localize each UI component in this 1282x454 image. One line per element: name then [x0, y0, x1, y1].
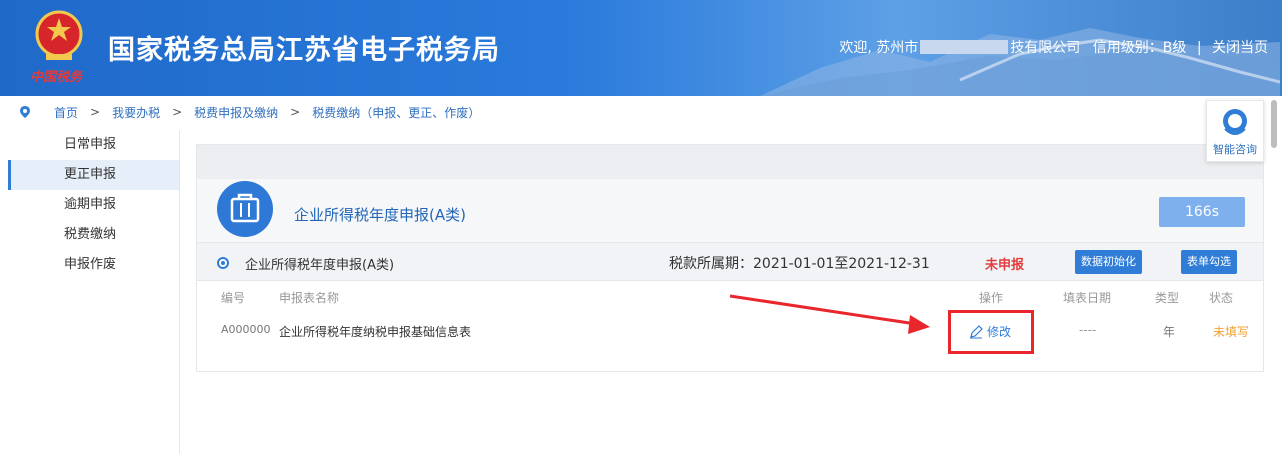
- header-no: 编号: [221, 291, 246, 305]
- form-title: 企业所得税年度申报(A类): [294, 206, 466, 224]
- national-emblem-icon: [35, 10, 83, 60]
- sidebar-item-regular-declaration[interactable]: 日常申报: [8, 130, 179, 160]
- breadcrumb-declaration[interactable]: 税费申报及缴纳: [194, 104, 278, 121]
- redacted-company-name: [920, 40, 1009, 54]
- breadcrumb: 首页 > 我要办税 > 税费申报及缴纳 > 税费缴纳（申报、更正、作废）: [0, 98, 1282, 126]
- declaration-status: 未申报: [985, 258, 1025, 273]
- smart-consult-widget[interactable]: 智能咨询: [1206, 100, 1264, 162]
- great-wall-banner-image: [760, 28, 1280, 96]
- sidebar-item-correction-declaration[interactable]: 更正申报: [8, 160, 179, 190]
- separator: |: [1196, 40, 1202, 56]
- declaration-name: 企业所得税年度申报(A类): [245, 258, 395, 273]
- sidebar-item-void-declaration[interactable]: 申报作废: [8, 250, 179, 280]
- annotation-highlight-box: [948, 310, 1034, 354]
- header-date: 填表日期: [1063, 291, 1112, 305]
- breadcrumb-arrow: >: [90, 105, 101, 119]
- location-pin-icon: [20, 106, 30, 118]
- breadcrumb-arrow: >: [290, 105, 301, 119]
- form-header: 企业所得税年度申报(A类) 166s: [197, 179, 1263, 243]
- form-select-button[interactable]: 表单勾选: [1181, 250, 1237, 274]
- welcome-text-suffix: 技有限公司: [1010, 40, 1081, 56]
- row-type: 年: [1163, 325, 1176, 339]
- tax-period: 税款所属期：2021-01-01至2021-12-31: [669, 256, 930, 272]
- panel-top-band: [197, 145, 1263, 179]
- welcome-text-prefix: 欢迎, 苏州市: [839, 40, 919, 56]
- breadcrumb-tax-services[interactable]: 我要办税: [112, 104, 160, 121]
- header-status: 状态: [1209, 291, 1234, 305]
- countdown-timer: 166s: [1159, 197, 1245, 227]
- tax-logo-text: 中国税务: [30, 70, 83, 85]
- header-type: 类型: [1155, 291, 1180, 305]
- sidebar-item-overdue-declaration[interactable]: 逾期申报: [8, 190, 179, 220]
- row-fill-date: ----: [1079, 323, 1097, 337]
- user-info-bar: 欢迎, 苏州市 技有限公司 信用级别：B级 | 关闭当页: [839, 37, 1268, 57]
- declaration-row: 企业所得税年度申报(A类) 税款所属期：2021-01-01至2021-12-3…: [197, 243, 1263, 281]
- breadcrumb-arrow: >: [172, 105, 183, 119]
- header-op: 操作: [979, 291, 1004, 305]
- briefcase-icon: [217, 181, 273, 237]
- breadcrumb-home[interactable]: 首页: [54, 104, 78, 121]
- credit-level: 信用级别：B级: [1092, 40, 1187, 56]
- row-no: A000000: [221, 323, 271, 336]
- sidebar: 日常申报 更正申报 逾期申报 税费缴纳 申报作废: [8, 130, 180, 454]
- close-page-link[interactable]: 关闭当页: [1212, 40, 1268, 56]
- row-form-name: 企业所得税年度纳税申报基础信息表: [279, 325, 472, 339]
- header-name: 申报表名称: [279, 291, 340, 305]
- annotation-arrow: [729, 294, 930, 334]
- smart-consult-label: 智能咨询: [1213, 143, 1257, 156]
- breadcrumb-current: 税费缴纳（申报、更正、作废）: [312, 105, 481, 120]
- site-title: 国家税务总局江苏省电子税务局: [108, 35, 500, 66]
- scrollbar[interactable]: [1270, 98, 1278, 454]
- data-init-button[interactable]: 数据初始化: [1075, 250, 1142, 274]
- site-header: 中国税务 国家税务总局江苏省电子税务局 欢迎, 苏州市 技有限公司 信用级别：B级…: [0, 0, 1282, 96]
- sidebar-item-tax-payment[interactable]: 税费缴纳: [8, 220, 179, 250]
- declaration-radio[interactable]: [217, 257, 229, 269]
- headset-icon: [1223, 109, 1247, 135]
- scrollbar-thumb[interactable]: [1271, 100, 1277, 148]
- row-status: 未填写: [1213, 325, 1250, 339]
